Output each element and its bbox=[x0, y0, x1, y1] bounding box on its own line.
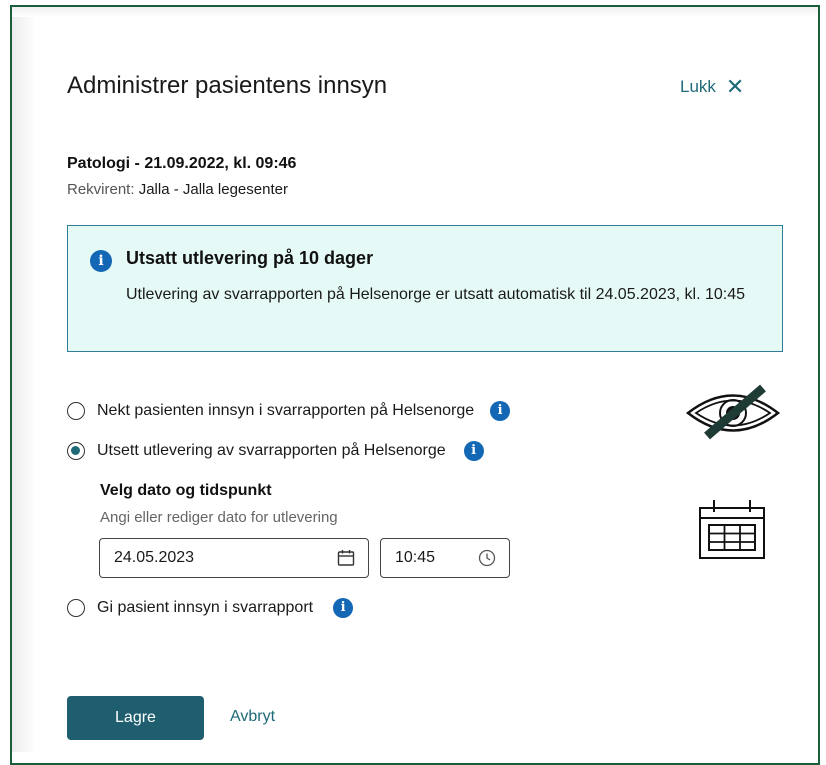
alert-title: Utsatt utlevering på 10 dager bbox=[126, 248, 374, 268]
clock-icon[interactable] bbox=[477, 548, 497, 568]
datetime-help: Angi eller rediger dato for utlevering bbox=[100, 509, 338, 526]
option-postpone-label: Utsett utlevering av svarrapporten på He… bbox=[97, 442, 446, 459]
radio-postpone[interactable] bbox=[67, 442, 85, 460]
cancel-button[interactable]: Avbryt bbox=[230, 708, 275, 726]
alert-text: Utlevering av svarrapporten på Helsenorg… bbox=[126, 286, 746, 303]
info-icon: i bbox=[90, 250, 112, 272]
option-grant-label: Gi pasient innsyn i svarrapport bbox=[97, 599, 314, 616]
calendar-large-icon bbox=[699, 500, 765, 559]
date-input[interactable]: 24.05.2023 bbox=[99, 538, 369, 578]
report-heading: Patologi - 21.09.2022, kl. 09:46 bbox=[67, 155, 297, 172]
close-icon: ✕ bbox=[725, 74, 745, 99]
option-postpone[interactable]: Utsett utlevering av svarrapporten på He… bbox=[67, 441, 484, 461]
info-icon[interactable]: i bbox=[490, 401, 511, 421]
close-label: Lukk bbox=[680, 77, 716, 96]
rekvirent-line: Rekvirent: Jalla - Jalla legesenter bbox=[67, 181, 288, 198]
time-value: 10:45 bbox=[395, 549, 436, 566]
option-deny-label: Nekt pasienten innsyn i svarrapporten på… bbox=[97, 402, 475, 419]
rekvirent-label: Rekvirent: bbox=[67, 181, 135, 198]
dialog-title: Administrer pasientens innsyn bbox=[67, 72, 388, 99]
date-value: 24.05.2023 bbox=[114, 549, 195, 566]
rekvirent-value: Jalla - Jalla legesenter bbox=[138, 181, 288, 198]
datetime-title: Velg dato og tidspunkt bbox=[100, 482, 272, 499]
save-button[interactable]: Lagre bbox=[67, 696, 204, 740]
option-grant-access[interactable]: Gi pasient innsyn i svarrapport i bbox=[67, 598, 354, 618]
radio-deny-access[interactable] bbox=[67, 402, 85, 420]
info-icon[interactable]: i bbox=[333, 598, 354, 618]
info-icon[interactable]: i bbox=[463, 441, 484, 461]
time-input[interactable]: 10:45 bbox=[380, 538, 510, 578]
eye-crossed-icon bbox=[685, 384, 781, 440]
calendar-icon[interactable] bbox=[336, 548, 356, 568]
radio-grant-access[interactable] bbox=[67, 599, 85, 617]
info-alert: i Utsatt utlevering på 10 dager Utleveri… bbox=[67, 225, 783, 352]
option-deny-access[interactable]: Nekt pasienten innsyn i svarrapporten på… bbox=[67, 401, 511, 421]
close-button[interactable]: Lukk ✕ bbox=[680, 76, 744, 98]
